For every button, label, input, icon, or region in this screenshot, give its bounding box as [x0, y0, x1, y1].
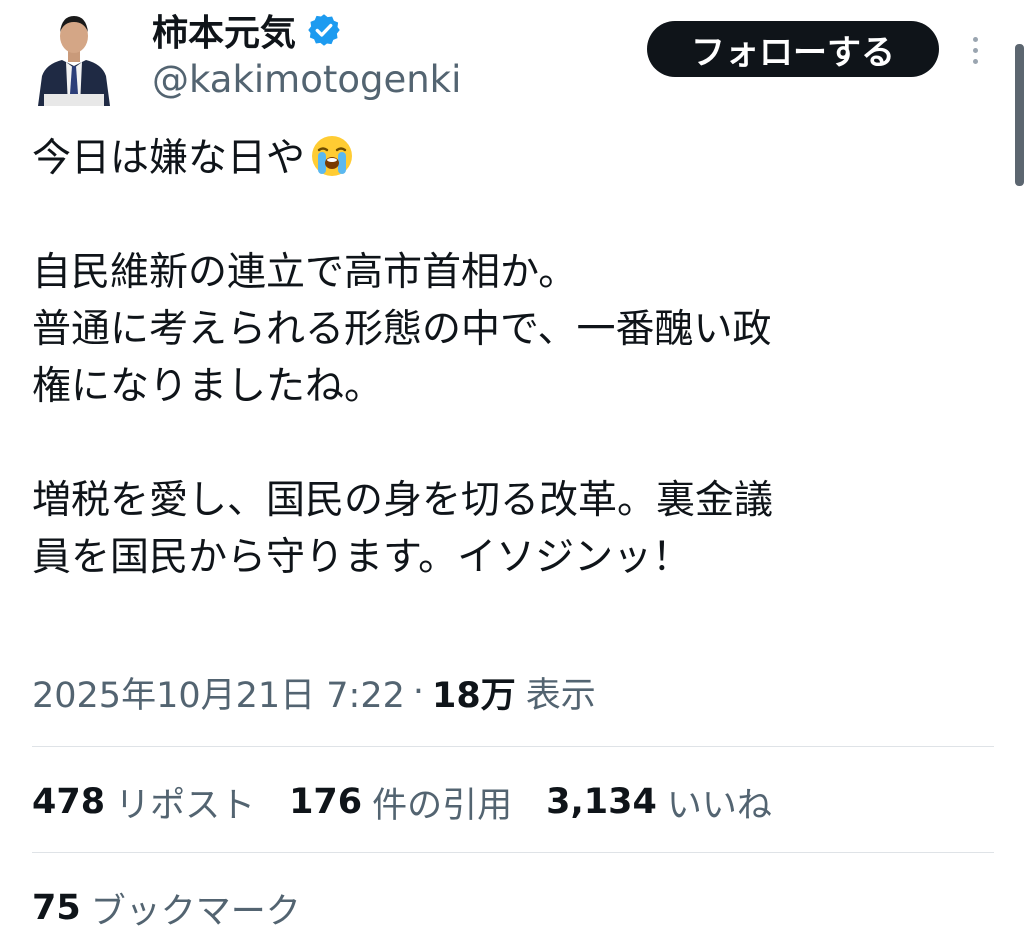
- tweet-line: 今日は嫌な日や: [32, 130, 992, 187]
- tweet-line: 権になりましたね。: [32, 364, 384, 409]
- more-dot: [972, 58, 978, 64]
- tweet-meta: 2025年10月21日 7:22 · 18万 表示: [32, 664, 596, 720]
- likes-count: 3,134: [546, 782, 657, 822]
- more-dot: [972, 47, 978, 53]
- quotes-label: 件の引用: [372, 785, 513, 826]
- more-dot: [972, 36, 978, 42]
- author-handle[interactable]: @kakimotogenki: [152, 58, 461, 101]
- divider: [32, 746, 994, 747]
- scrollbar[interactable]: [1015, 44, 1024, 186]
- bookmarks-count: 75: [32, 888, 81, 928]
- author-name-row[interactable]: 柿本元気: [152, 4, 342, 56]
- verified-badge-icon: [306, 12, 342, 48]
- display-name[interactable]: 柿本元気: [152, 4, 296, 56]
- avatar[interactable]: [32, 6, 116, 106]
- avatar-image: [32, 6, 116, 106]
- quotes-stat[interactable]: 176 件の引用: [289, 777, 512, 828]
- views-label: 表示: [525, 675, 596, 716]
- loudly-crying-face-icon: [309, 133, 355, 179]
- tweet-line: 普通に考えられる形態の中で、一番醜い政: [32, 307, 772, 352]
- tweet-line: 員を国民から守ります。イソジンッ！: [32, 535, 692, 580]
- tweet-text: 今日は嫌な日や 自民維新の連立で高市首相か。 普通に考えられる形態の中で、一番醜…: [32, 130, 992, 586]
- bookmarks-label: ブックマーク: [90, 891, 301, 932]
- meta-separator: ·: [412, 672, 425, 712]
- tweet-line-text: 今日は嫌な日や: [32, 136, 306, 181]
- divider: [32, 852, 994, 853]
- bookmarks-stat[interactable]: 75 ブックマーク: [32, 880, 301, 936]
- likes-label: いいね: [666, 785, 772, 826]
- reposts-stat[interactable]: 478 リポスト: [32, 777, 255, 828]
- views-count: 18万: [432, 675, 516, 716]
- tweet-line: 自民維新の連立で高市首相か。: [32, 250, 578, 295]
- timestamp-link[interactable]: 2025年10月21日 7:22: [32, 667, 405, 718]
- likes-stat[interactable]: 3,134 いいね: [546, 777, 772, 828]
- quotes-count: 176: [289, 782, 363, 822]
- more-vertical-icon[interactable]: [960, 28, 990, 72]
- reposts-count: 478: [32, 782, 106, 822]
- tweet-line: 増税を愛し、国民の身を切る改革。裏金議: [32, 478, 774, 523]
- reposts-label: リポスト: [115, 785, 256, 826]
- engagement-stats: 478 リポスト 176 件の引用 3,134 いいね: [32, 774, 806, 830]
- follow-button[interactable]: フォローする: [647, 21, 939, 77]
